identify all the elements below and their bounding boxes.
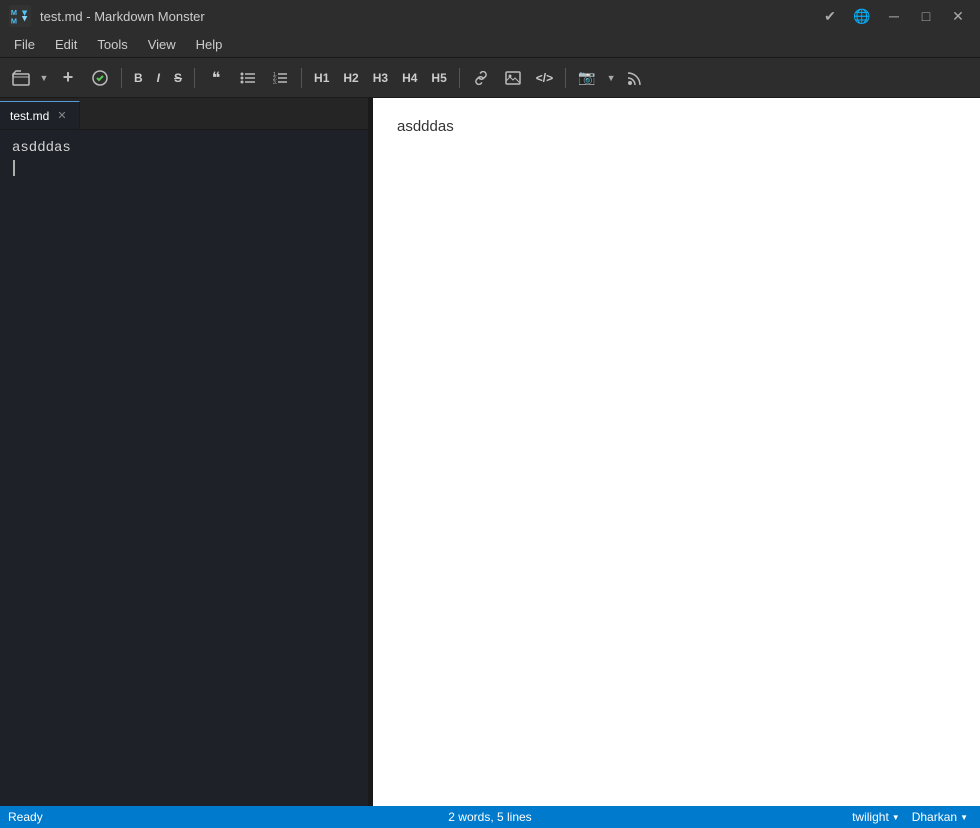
preview-panel: asdddas xyxy=(373,98,980,806)
main-content: test.md ✕ asdddas asdddas xyxy=(0,98,980,806)
h4-button[interactable]: H4 xyxy=(396,64,423,92)
save-file-button[interactable] xyxy=(85,64,115,92)
theme-dropdown-arrow: ▼ xyxy=(892,813,900,822)
open-dropdown-button[interactable]: ▼ xyxy=(37,64,51,92)
separator-4 xyxy=(459,68,460,88)
separator-2 xyxy=(194,68,195,88)
title-separator: - xyxy=(86,9,94,24)
image-button[interactable] xyxy=(498,64,528,92)
title-bar: M M test.md - Markdown Monster ✔ 🌐 ─ □ ✕ xyxy=(0,0,980,32)
title-appname: Markdown Monster xyxy=(94,9,205,24)
strikethrough-button[interactable]: S xyxy=(168,64,188,92)
theme-label: twilight xyxy=(852,810,889,824)
editor-line-2 xyxy=(12,160,356,176)
camera-button[interactable]: 📷 xyxy=(572,64,602,92)
check-button[interactable]: ✔ xyxy=(816,5,844,27)
toolbar: ▼ + B I S ❝ 1.2.3. H1 H2 H3 H4 H5 </> 📷 … xyxy=(0,58,980,98)
title-filename: test.md xyxy=(40,9,83,24)
h5-button[interactable]: H5 xyxy=(425,64,452,92)
editor-content: asdddas xyxy=(12,140,356,156)
globe-button[interactable]: 🌐 xyxy=(848,5,876,27)
blockquote-button[interactable]: ❝ xyxy=(201,64,231,92)
new-file-button[interactable]: + xyxy=(53,64,83,92)
separator-1 xyxy=(121,68,122,88)
ready-text: Ready xyxy=(8,810,43,824)
title-controls: ✔ 🌐 ─ □ ✕ xyxy=(816,5,972,27)
theme-dropdown[interactable]: twilight ▼ xyxy=(848,810,904,824)
maximize-button[interactable]: □ xyxy=(912,5,940,27)
tab-label: test.md xyxy=(10,109,49,123)
h3-button[interactable]: H3 xyxy=(367,64,394,92)
ordered-list-button[interactable]: 1.2.3. xyxy=(265,64,295,92)
link-button[interactable] xyxy=(466,64,496,92)
separator-5 xyxy=(565,68,566,88)
editor-panel: test.md ✕ asdddas xyxy=(0,98,368,806)
status-ready: Ready xyxy=(8,810,329,824)
menu-view[interactable]: View xyxy=(138,32,186,57)
preview-text: asdddas xyxy=(397,118,956,135)
rss-button[interactable] xyxy=(620,64,650,92)
tab-close-button[interactable]: ✕ xyxy=(55,109,68,122)
close-button[interactable]: ✕ xyxy=(944,5,972,27)
preview-content: asdddas xyxy=(397,118,956,135)
status-right: twilight ▼ Dharkan ▼ xyxy=(651,810,972,824)
h1-button[interactable]: H1 xyxy=(308,64,335,92)
separator-3 xyxy=(301,68,302,88)
menu-edit[interactable]: Edit xyxy=(45,32,87,57)
font-dropdown[interactable]: Dharkan ▼ xyxy=(908,810,972,824)
italic-button[interactable]: I xyxy=(151,64,166,92)
code-button[interactable]: </> xyxy=(530,64,559,92)
h2-button[interactable]: H2 xyxy=(337,64,364,92)
font-label: Dharkan xyxy=(912,810,957,824)
app-logo: M M xyxy=(8,4,32,28)
menu-bar: File Edit Tools View Help xyxy=(0,32,980,58)
svg-text:M: M xyxy=(11,16,17,25)
menu-file[interactable]: File xyxy=(4,32,45,57)
menu-tools[interactable]: Tools xyxy=(87,32,137,57)
tab-test-md[interactable]: test.md ✕ xyxy=(0,101,80,129)
minimize-button[interactable]: ─ xyxy=(880,5,908,27)
text-cursor xyxy=(13,160,15,176)
status-word-count: 2 words, 5 lines xyxy=(329,810,650,824)
open-file-group: ▼ xyxy=(6,64,51,92)
bold-button[interactable]: B xyxy=(128,64,149,92)
title-text: test.md - Markdown Monster xyxy=(40,9,808,24)
status-bar: Ready 2 words, 5 lines twilight ▼ Dharka… xyxy=(0,806,980,828)
camera-dropdown-button[interactable]: ▼ xyxy=(604,64,618,92)
menu-help[interactable]: Help xyxy=(186,32,233,57)
word-count-text: 2 words, 5 lines xyxy=(448,810,531,824)
svg-text:3.: 3. xyxy=(273,80,277,85)
tabs-bar: test.md ✕ xyxy=(0,98,368,130)
editor-area[interactable]: asdddas xyxy=(0,130,368,806)
unordered-list-button[interactable] xyxy=(233,64,263,92)
open-file-button[interactable] xyxy=(6,64,36,92)
font-dropdown-arrow: ▼ xyxy=(960,813,968,822)
